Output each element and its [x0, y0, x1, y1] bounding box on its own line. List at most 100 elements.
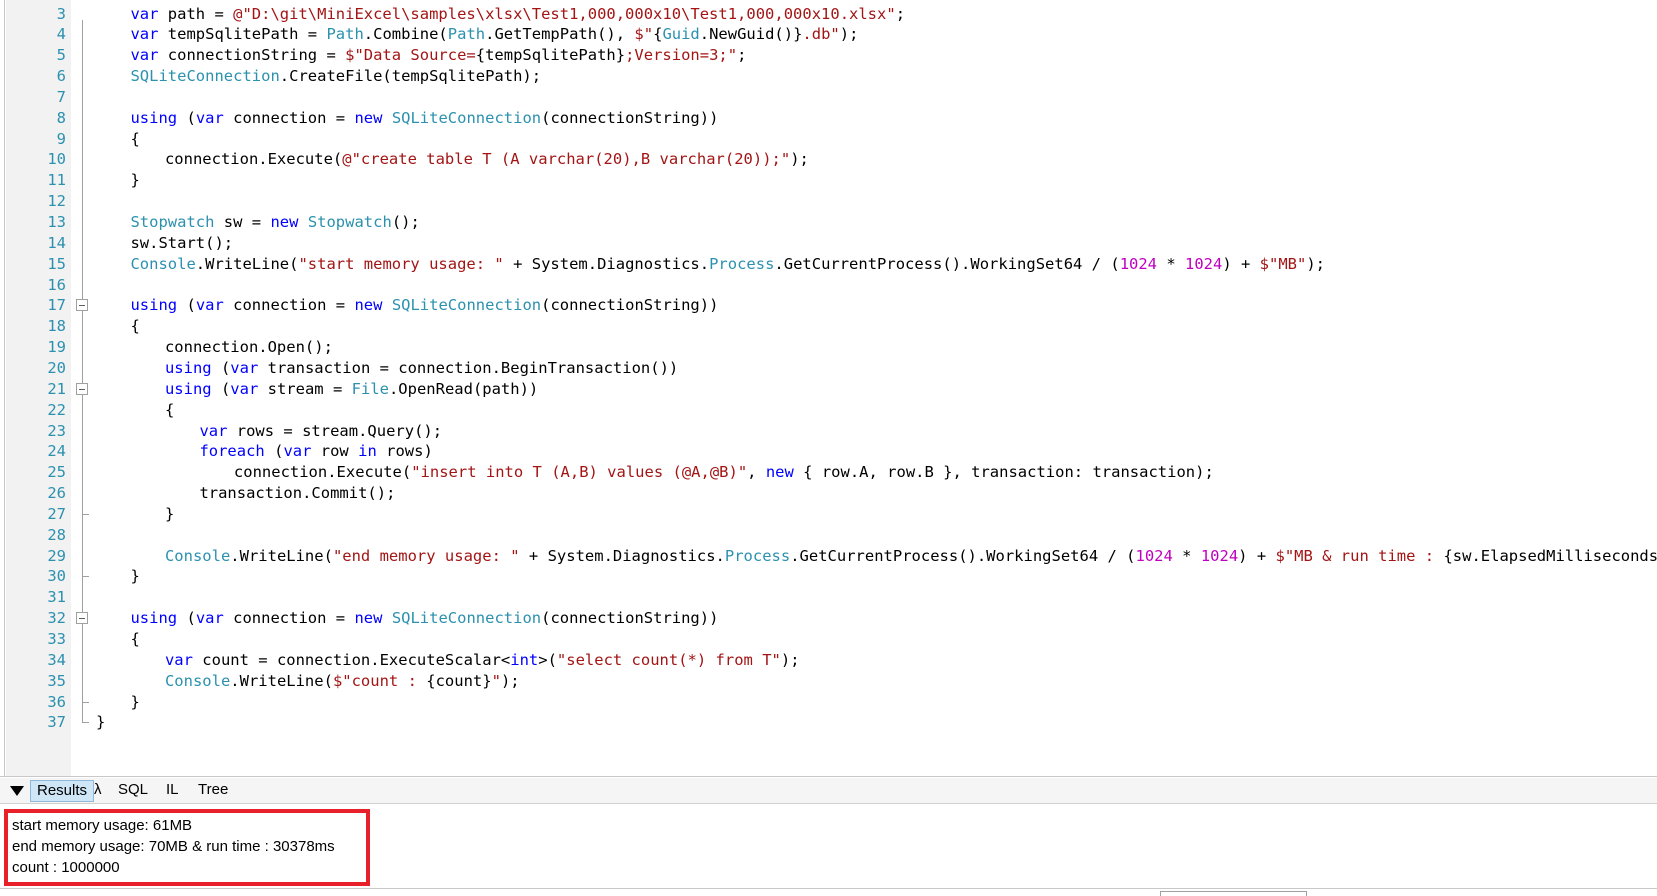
code-token: $"MB"	[1259, 254, 1307, 273]
code-line: using (var connection = new SQLiteConnec…	[130, 607, 718, 629]
code-token: Process	[724, 546, 791, 565]
line-number: 4	[56, 25, 66, 44]
line-number: 34	[47, 650, 66, 669]
code-token: Console	[164, 671, 231, 690]
results-tab-bar: Results λ SQL IL Tree	[0, 778, 1657, 804]
code-token: using	[130, 108, 178, 127]
code-token: @"create table T (A varchar(20),B varcha…	[342, 150, 791, 169]
code-token: "select count(*) from T"	[556, 650, 781, 669]
code-token: SQLiteConnection	[130, 67, 280, 86]
tab-il[interactable]: IL	[160, 780, 185, 802]
code-token: ;Version=3;"	[625, 46, 738, 65]
code-token: var	[130, 25, 159, 44]
line-number: 22	[47, 400, 66, 419]
code-token: var	[195, 108, 224, 127]
code-line: {	[130, 628, 139, 650]
tab-tree[interactable]: Tree	[192, 780, 234, 802]
code-token: $"	[634, 25, 654, 44]
line-number: 25	[47, 463, 66, 482]
code-token: var	[230, 358, 259, 377]
fold-toggle-icon[interactable]	[76, 382, 88, 395]
line-number: 3	[56, 4, 66, 23]
line-number: 36	[47, 692, 66, 711]
code-token: var	[283, 442, 312, 461]
line-number: 37	[47, 713, 66, 732]
code-token: SQLiteConnection	[391, 296, 542, 315]
code-token: {	[130, 129, 140, 148]
code-token: *	[1157, 254, 1186, 273]
code-line: SQLiteConnection.CreateFile(tempSqlitePa…	[130, 65, 541, 87]
code-line: {	[130, 128, 139, 150]
code-editor[interactable]: 3 4 5 6 7 8 9 10 11 12 13 14 15 16 17 18 19 20 21 22 23 24 25 2…	[0, 0, 1657, 777]
fold-toggle-icon[interactable]	[76, 299, 88, 312]
code-token: {	[164, 400, 175, 419]
code-token: );	[500, 671, 520, 690]
code-token: in	[358, 442, 377, 461]
line-number: 13	[47, 213, 66, 231]
code-token: (connectionString))	[541, 108, 719, 127]
line-number: 23	[47, 421, 66, 440]
code-token: ,	[747, 463, 766, 482]
code-token: + System.Diagnostics.	[503, 254, 710, 273]
line-number: 8	[56, 108, 66, 127]
code-token: using	[164, 358, 212, 377]
editor-left-margin	[0, 0, 5, 776]
code-token: .db"	[802, 25, 840, 44]
code-token: var	[230, 379, 259, 398]
code-token: {	[130, 317, 140, 336]
code-line: }	[165, 503, 174, 525]
code-token: .GetCurrentProcess().WorkingSet64 / (	[774, 254, 1120, 273]
code-token: (	[264, 442, 284, 461]
code-token: tempSqlitePath =	[158, 25, 327, 44]
code-line: var tempSqlitePath = Path.Combine(Path.G…	[130, 23, 858, 45]
code-token: transaction.Commit();	[199, 484, 396, 503]
tab-results[interactable]: Results	[30, 780, 95, 802]
code-token: connection.Execute(	[164, 150, 343, 169]
code-token: stream =	[258, 379, 352, 398]
code-token: var	[195, 609, 224, 628]
code-line: var connectionString = $"Data Source={te…	[130, 44, 746, 66]
code-token: }	[130, 692, 140, 711]
fold-end-marker	[82, 576, 89, 578]
code-token: }	[164, 504, 175, 523]
line-number: 14	[47, 233, 66, 252]
tab-lambda[interactable]: λ	[88, 780, 108, 802]
code-token: "	[491, 671, 501, 690]
code-token: connection =	[223, 108, 355, 127]
code-line: }	[130, 169, 139, 191]
line-number: 31	[47, 588, 66, 607]
code-token: (	[177, 296, 196, 315]
code-line: var path = @"D:\git\MiniExcel\samples\xl…	[130, 3, 905, 25]
code-token: using	[130, 609, 178, 628]
code-token: .WriteLine(	[230, 671, 333, 690]
code-token: rows = stream.Query();	[227, 421, 443, 440]
code-token: Stopwatch	[130, 213, 215, 231]
code-token: 1024	[1135, 546, 1173, 565]
code-token: {count}	[426, 671, 492, 690]
code-token: var	[164, 650, 193, 669]
collapse-triangle-icon[interactable]	[10, 786, 24, 796]
code-token: {sw.ElapsedMilliseconds}	[1443, 546, 1657, 565]
code-token: "end memory usage: "	[332, 546, 520, 565]
fold-toggle-icon[interactable]	[76, 612, 88, 625]
code-token: }	[96, 713, 106, 732]
line-number: 12	[47, 192, 66, 211]
code-token: connection =	[223, 296, 355, 315]
code-token: Path	[326, 25, 364, 44]
code-token: foreach	[199, 442, 265, 461]
code-area[interactable]: var path = @"D:\git\MiniExcel\samples\xl…	[96, 0, 1657, 776]
code-token: .GetCurrentProcess().WorkingSet64 / (	[790, 546, 1136, 565]
fold-end-marker	[82, 513, 89, 515]
code-token: Guid	[662, 25, 700, 44]
code-token: {	[130, 630, 140, 648]
code-token: (	[177, 108, 196, 127]
line-number: 28	[47, 525, 66, 544]
code-line: var rows = stream.Query();	[199, 420, 442, 442]
code-token: connectionString =	[158, 46, 346, 65]
tab-sql[interactable]: SQL	[112, 780, 154, 802]
code-token: }	[130, 567, 140, 586]
code-token: new	[354, 108, 383, 127]
code-line: Stopwatch sw = new Stopwatch();	[130, 211, 419, 233]
